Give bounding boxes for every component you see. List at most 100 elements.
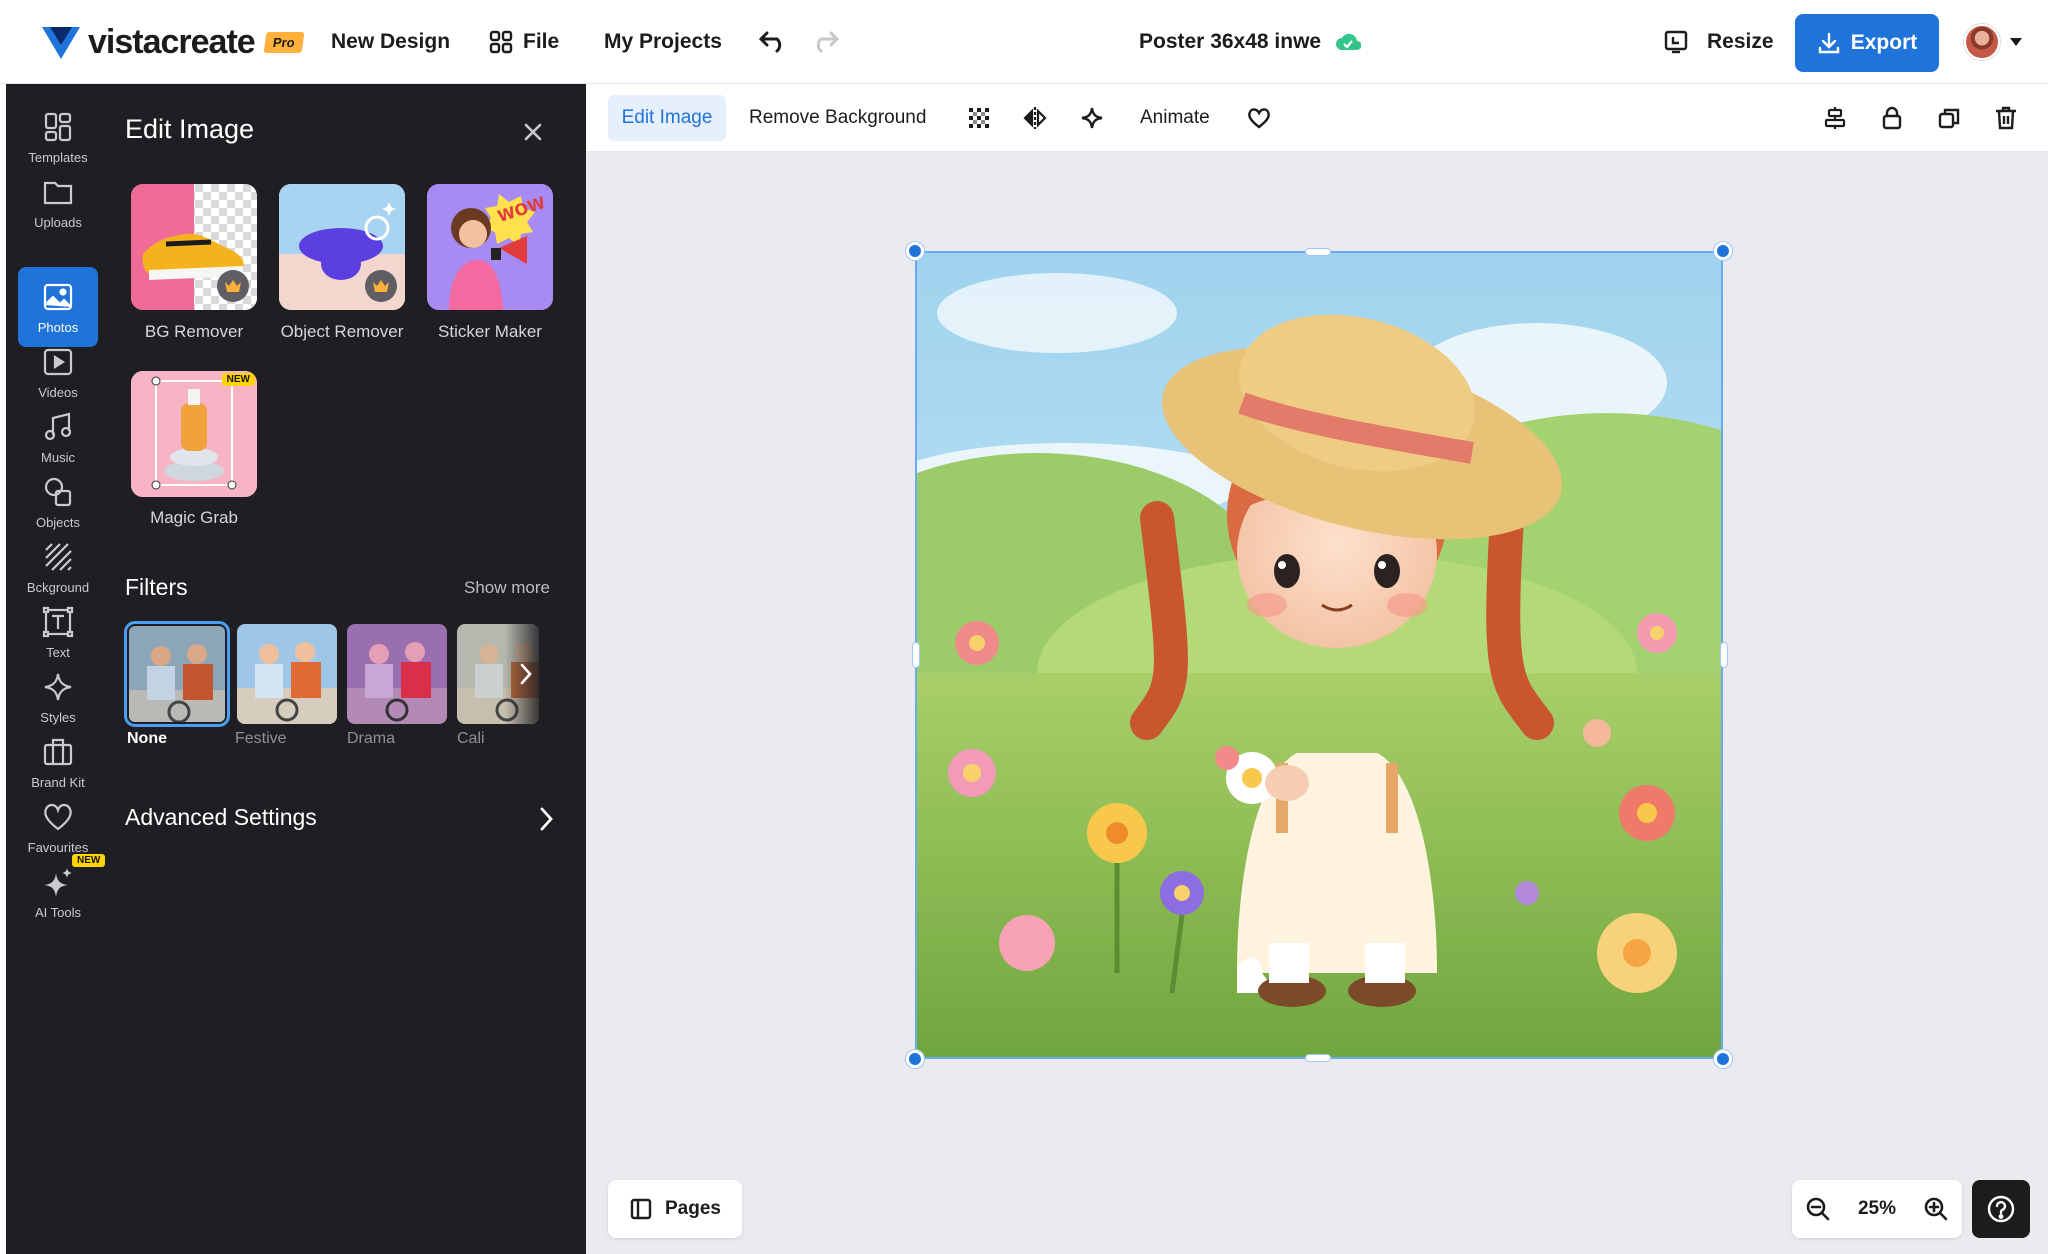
selected-image[interactable] [915,251,1723,1059]
pages-panel-icon [630,1198,652,1220]
zoom-in-icon[interactable] [1923,1196,1949,1222]
document-title[interactable]: Poster 36x48 inwe [1139,0,1362,84]
bg-remover-tile[interactable] [131,184,257,310]
editor-canvas[interactable]: Pages 25% [586,152,2048,1254]
resize-handle-left[interactable] [912,642,920,668]
download-icon [1818,32,1839,54]
favourite-button[interactable] [1246,84,1272,152]
resize-handle-top[interactable] [1305,248,1331,256]
folder-icon [43,181,73,204]
sparkle-icon [1081,107,1103,129]
magic-grab-tile[interactable]: NEW [131,371,257,497]
my-projects-button[interactable]: My Projects [604,0,722,84]
resize-handle-top-right[interactable] [1714,242,1732,260]
girl-in-meadow-image [917,253,1721,1057]
sidebar-item-uploads[interactable]: Uploads [18,162,98,242]
align-icon [1824,107,1846,129]
object-remover-label: Object Remover [280,322,404,341]
filter-label-drama: Drama [347,730,396,747]
photo-icon [43,283,73,310]
music-icon [44,412,72,440]
help-icon [1987,1195,2015,1223]
filter-label-none: None [127,730,167,747]
logo-text: vistacreate [88,22,256,61]
file-menu-button[interactable]: File [489,0,559,84]
remove-background-button[interactable]: Remove Background [749,84,926,152]
account-menu[interactable] [1964,0,2022,84]
resize-handle-bottom-right[interactable] [1714,1050,1732,1068]
sidebar-item-ai-tools[interactable]: AI Tools NEW [18,852,106,932]
help-button[interactable] [1972,1180,2030,1238]
redo-button[interactable] [810,0,840,84]
chevron-right-icon[interactable] [519,662,533,686]
sticker-maker-tile[interactable]: WOW [427,184,553,310]
filter-label-festive: Festive [235,730,287,747]
undo-icon [758,31,782,53]
heart-icon [1248,108,1270,129]
resize-handle-top-left[interactable] [906,242,924,260]
object-remover-tile[interactable] [279,184,405,310]
text-icon [42,606,74,637]
premium-crown-icon [365,270,397,302]
logo-mark-icon [42,27,80,59]
resize-icon [1664,30,1688,54]
cloud-saved-icon [1336,33,1362,50]
magic-grab-thumbnail [131,371,257,497]
filter-thumbnail [347,624,447,724]
zoom-level[interactable]: 25% [1858,1198,1896,1220]
trash-icon [1996,106,2016,130]
premium-crown-icon [217,270,249,302]
sidebar-item-label: Uploads [34,214,82,230]
avatar [1964,24,2000,60]
chevron-down-icon [2010,38,2022,46]
delete-button[interactable] [1993,84,2019,152]
export-button[interactable]: Export [1795,14,1939,72]
sparkle-icon [44,673,72,700]
edit-image-tab[interactable]: Edit Image [608,95,726,141]
shapes-icon [44,477,72,506]
briefcase-icon [43,738,73,765]
ai-effects-button[interactable] [1079,84,1105,152]
document-title-text: Poster 36x48 inwe [1139,30,1322,53]
animate-button[interactable]: Animate [1140,84,1210,152]
resize-handle-bottom[interactable] [1305,1054,1331,1062]
zoom-out-icon[interactable] [1805,1196,1831,1222]
bg-remover-label: BG Remover [144,322,244,341]
close-icon[interactable] [521,120,545,144]
filter-cali[interactable] [457,624,539,724]
vistacreate-logo[interactable]: vistacreate Pro [40,0,304,84]
left-sidebar: Templates Uploads Photos Videos Music Ob… [6,84,111,1254]
lock-button[interactable] [1879,84,1905,152]
pages-label: Pages [665,1198,721,1219]
filter-festive[interactable] [237,624,337,724]
advanced-settings-label: Advanced Settings [125,804,317,830]
resize-handle-right[interactable] [1720,642,1728,668]
flip-button[interactable] [1022,84,1048,152]
filter-thumbnail [129,626,225,722]
filter-none[interactable] [124,621,230,727]
resize-handle-bottom-left[interactable] [906,1050,924,1068]
show-more-link[interactable]: Show more [464,578,550,598]
resize-button[interactable]: Resize [1663,0,1774,84]
align-button[interactable] [1822,84,1848,152]
duplicate-icon [1938,108,1960,129]
undo-button[interactable] [758,0,788,84]
templates-icon [44,112,72,141]
lock-icon [1882,106,1902,130]
transparency-button[interactable] [966,84,992,152]
heart-icon [44,803,72,830]
sticker-maker-label: Sticker Maker [438,322,542,341]
new-badge: NEW [72,854,106,867]
flip-icon [1023,107,1047,129]
sidebar-item-label: AI Tools [34,904,81,920]
export-label: Export [1850,31,1918,54]
new-design-button[interactable]: New Design [331,0,450,84]
redo-icon [816,31,840,53]
filter-drama[interactable] [347,624,447,724]
panel-title: Edit Image [125,114,255,144]
new-badge: NEW [221,373,255,386]
background-icon [45,542,72,571]
duplicate-button[interactable] [1936,84,1962,152]
pages-button[interactable]: Pages [608,1180,742,1238]
advanced-settings-row[interactable]: Advanced Settings [125,804,555,840]
